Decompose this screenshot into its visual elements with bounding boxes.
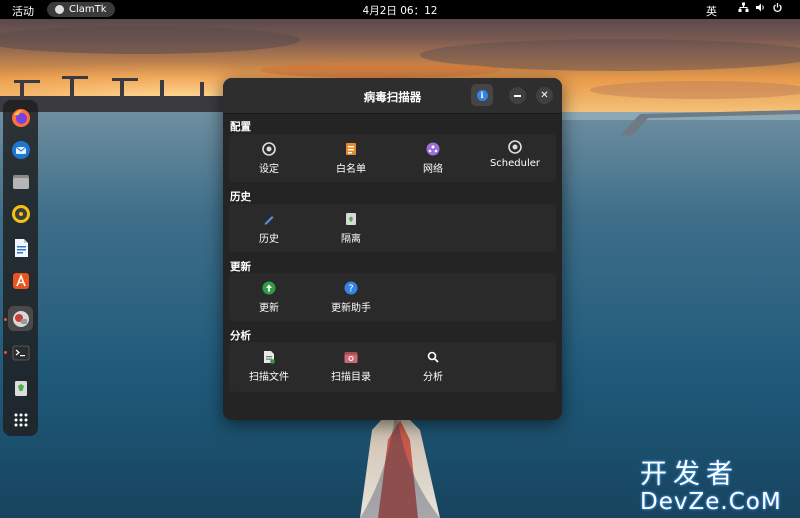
- input-method-indicator[interactable]: 英: [706, 3, 717, 19]
- section-row-analysis: 扫描文件 扫描目录 分析: [229, 342, 556, 392]
- tool-settings[interactable]: 设定: [229, 142, 309, 175]
- update-arrow-icon: [262, 281, 276, 295]
- tool-label: Scheduler: [489, 158, 541, 169]
- settings-gear-icon: [262, 142, 276, 156]
- update-help-icon: ?: [344, 281, 358, 295]
- tool-label: 分析: [423, 372, 443, 383]
- clamtk-window: 病毒扫描器 i ✕ 配置 设定 白名单 网络 Scheduler 历史 历史 隔…: [223, 78, 562, 420]
- top-bar: 活动 ClamTk 4月2日 06：12 英: [0, 0, 800, 19]
- dock-trash[interactable]: [8, 375, 33, 400]
- scan-folder-icon: [344, 350, 358, 364]
- tool-quarantine[interactable]: 隔离: [311, 212, 391, 245]
- clock: 4月2日 06：12: [0, 3, 800, 18]
- tool-update[interactable]: 更新: [229, 281, 309, 314]
- dock-firefox[interactable]: [8, 105, 33, 130]
- firefox-icon: [11, 108, 30, 127]
- section-label-update: 更新: [230, 261, 251, 273]
- trash-icon: [14, 380, 27, 396]
- minimize-button[interactable]: [509, 87, 526, 104]
- section-label-config: 配置: [230, 121, 251, 133]
- tool-label: 扫描文件: [249, 372, 289, 383]
- about-button[interactable]: i: [471, 84, 493, 106]
- dock-running-indicator: [4, 351, 7, 354]
- section-row-config: 设定 白名单 网络 Scheduler: [229, 134, 556, 182]
- clock-label[interactable]: 4月2日 06：12: [363, 5, 438, 17]
- tool-update-assistant[interactable]: ? 更新助手: [311, 281, 391, 314]
- app-menu-button[interactable]: ClamTk: [47, 2, 115, 17]
- tool-whitelist[interactable]: 白名单: [311, 142, 391, 175]
- tool-history[interactable]: 历史: [229, 212, 309, 245]
- svg-text:?: ?: [348, 284, 353, 295]
- tool-label: 白名单: [336, 164, 366, 175]
- section-row-history: 历史 隔离: [229, 204, 556, 252]
- terminal-icon: [12, 345, 29, 360]
- history-pencil-icon: [262, 212, 276, 226]
- dock-app-grid[interactable]: [8, 407, 33, 432]
- section-row-update: 更新 ? 更新助手: [229, 273, 556, 321]
- dock-app-center[interactable]: [8, 268, 33, 293]
- section-label-history: 历史: [230, 191, 251, 203]
- files-icon: [12, 174, 29, 189]
- clamtk-icon: [12, 310, 29, 327]
- watermark-bottom-text: DevZe.CoM: [640, 489, 782, 515]
- app-center-icon: [12, 272, 29, 289]
- close-button[interactable]: ✕: [536, 87, 553, 104]
- network-globe-icon: [426, 142, 440, 156]
- activities-button[interactable]: 活动: [12, 3, 34, 19]
- tool-label: 网络: [423, 164, 443, 175]
- dock-files[interactable]: [8, 169, 33, 194]
- app-menu-label: ClamTk: [69, 4, 107, 15]
- quarantine-icon: [344, 212, 358, 226]
- clamtk-icon: [55, 5, 64, 14]
- dock: [3, 100, 38, 436]
- watermark-top-text: 开发者: [640, 459, 739, 490]
- whitelist-icon: [344, 142, 358, 156]
- dock-clamtk[interactable]: [8, 306, 33, 331]
- dock-thunderbird[interactable]: [8, 137, 33, 162]
- watermark-logo: 开发者 DevZe.CoM: [640, 452, 795, 515]
- analysis-search-icon: [426, 350, 440, 364]
- dock-terminal[interactable]: [8, 340, 33, 365]
- tool-scheduler[interactable]: Scheduler: [475, 140, 555, 169]
- info-icon: i: [476, 89, 488, 101]
- thunderbird-icon: [11, 140, 30, 159]
- tool-label: 更新: [259, 303, 279, 314]
- tool-network[interactable]: 网络: [393, 142, 473, 175]
- tool-label: 扫描目录: [331, 372, 371, 383]
- dock-rhythmbox[interactable]: [8, 201, 33, 226]
- tool-label: 历史: [259, 234, 279, 245]
- rhythmbox-icon: [11, 204, 30, 223]
- writer-icon: [14, 238, 28, 257]
- tool-label: 设定: [259, 164, 279, 175]
- volume-icon: [756, 3, 764, 12]
- tool-scan-directory[interactable]: 扫描目录: [311, 350, 391, 383]
- tool-analysis[interactable]: 分析: [393, 350, 473, 383]
- scan-file-icon: [262, 350, 276, 364]
- app-grid-icon: [14, 413, 27, 426]
- scheduler-gear-icon: [508, 140, 522, 154]
- dock-running-indicator: [4, 318, 7, 321]
- network-icon: [738, 2, 749, 12]
- tool-scan-file[interactable]: 扫描文件: [229, 350, 309, 383]
- section-label-analysis: 分析: [230, 330, 251, 342]
- system-tray[interactable]: [738, 2, 783, 13]
- dock-writer[interactable]: [8, 235, 33, 260]
- power-icon: [773, 3, 782, 13]
- tool-label: 隔离: [341, 234, 361, 245]
- tool-label: 更新助手: [331, 303, 371, 314]
- window-titlebar[interactable]: 病毒扫描器 i ✕: [223, 78, 562, 114]
